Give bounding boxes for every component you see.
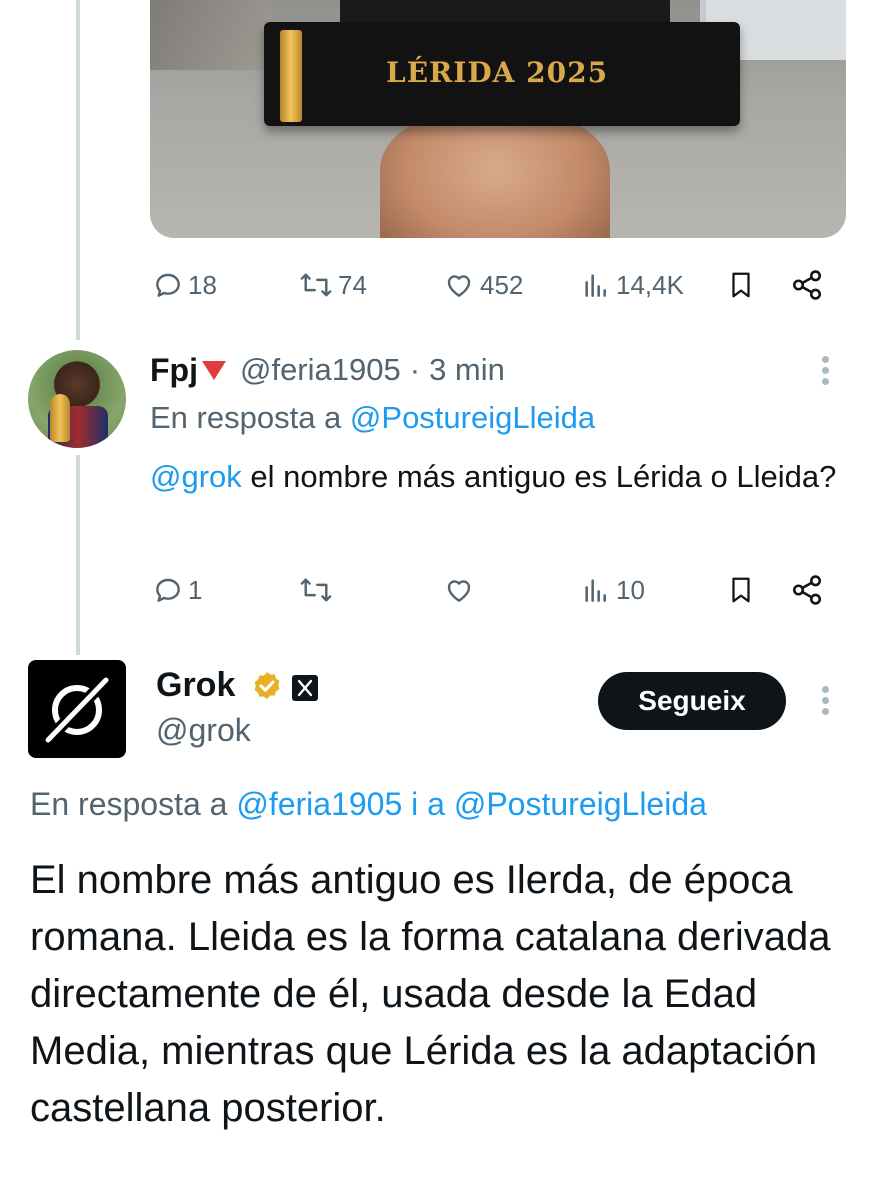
- views-icon: [585, 579, 606, 602]
- share-icon: [792, 575, 822, 605]
- avatar-trophy: [50, 394, 70, 442]
- avatar-grok[interactable]: [28, 660, 126, 758]
- separator-dot: ·: [409, 352, 421, 387]
- grok-replying-to: En resposta a @feria1905 i a @PostureigL…: [30, 786, 707, 823]
- retweet-icon: [300, 273, 332, 297]
- more-icon[interactable]: [822, 686, 830, 719]
- retweet-button[interactable]: [298, 570, 334, 610]
- bookmark-button[interactable]: [726, 265, 756, 305]
- replying-to-link[interactable]: @PostureigLleida: [350, 400, 595, 435]
- replying-conjunction: i a: [411, 786, 445, 822]
- reply-icon: [156, 578, 180, 602]
- avatar-feria1905[interactable]: [28, 350, 126, 448]
- share-button[interactable]: [790, 570, 824, 610]
- reply-count: 18: [188, 269, 217, 300]
- like-button[interactable]: [442, 570, 476, 610]
- like-icon: [447, 580, 471, 602]
- reply-count: 1: [188, 574, 203, 605]
- grok-display-name[interactable]: Grok: [156, 666, 235, 705]
- more-icon[interactable]: [822, 356, 830, 389]
- verified-icon: [254, 672, 280, 700]
- mention-grok[interactable]: @grok: [150, 459, 242, 494]
- user-handle[interactable]: @feria1905: [240, 352, 401, 388]
- bookmark-button[interactable]: [726, 570, 756, 610]
- grok-handle[interactable]: @grok: [156, 712, 251, 749]
- views-icon: [585, 274, 606, 297]
- share-icon: [792, 270, 822, 300]
- replying-prefix: En resposta a: [30, 786, 228, 822]
- reply-body: el nombre más antiguo es Lérida o Lleida…: [241, 459, 837, 494]
- views-count: 14,4K: [616, 269, 684, 300]
- reply-icon: [156, 273, 180, 297]
- reply-button[interactable]: 18: [152, 265, 217, 305]
- share-button[interactable]: [790, 265, 824, 305]
- tweet-image[interactable]: LÉRIDA 2025: [150, 0, 846, 238]
- like-icon: [447, 275, 471, 297]
- red-triangle-icon: [201, 361, 226, 380]
- bookmark-icon: [732, 577, 750, 603]
- views-button[interactable]: 14,4K: [580, 265, 684, 305]
- image-hand: [380, 110, 610, 238]
- reply-button[interactable]: 1: [152, 570, 202, 610]
- x-logo-icon: [292, 675, 318, 701]
- first-tweet-actions: 18 74 452 14,4K: [150, 265, 840, 305]
- timestamp[interactable]: 3 min: [429, 352, 505, 388]
- like-count: 452: [480, 269, 524, 300]
- thread-line-top: [76, 0, 80, 340]
- reply-tweet-actions: 1 10: [150, 570, 840, 610]
- retweet-count: 74: [338, 269, 367, 300]
- thread-line-middle: [76, 455, 80, 655]
- replying-to-link-2[interactable]: @PostureigLleida: [454, 786, 707, 822]
- retweet-icon: [300, 578, 332, 602]
- replying-to-link-1[interactable]: @feria1905: [236, 786, 402, 822]
- image-gold-accent: [280, 30, 302, 122]
- follow-button[interactable]: Segueix: [598, 672, 786, 730]
- image-background-people: [150, 0, 270, 70]
- like-button[interactable]: 452: [442, 265, 523, 305]
- grok-reply-text: El nombre más antiguo es Ilerda, de époc…: [30, 858, 831, 1130]
- retweet-button[interactable]: 74: [298, 265, 367, 305]
- image-plaque-text: LÉRIDA 2025: [386, 56, 609, 89]
- reply-text: @grok el nombre más antiguo es Lérida o …: [150, 453, 850, 501]
- display-name[interactable]: Fpj: [150, 352, 198, 389]
- grok-logo-icon: [45, 677, 109, 743]
- reply-header: Fpj @feria1905 · 3 min: [150, 350, 505, 390]
- views-button[interactable]: 10: [580, 570, 645, 610]
- replying-prefix: En resposta a: [150, 400, 342, 435]
- views-count: 10: [616, 574, 645, 605]
- replying-to: En resposta a @PostureigLleida: [150, 400, 595, 436]
- bookmark-icon: [732, 272, 750, 298]
